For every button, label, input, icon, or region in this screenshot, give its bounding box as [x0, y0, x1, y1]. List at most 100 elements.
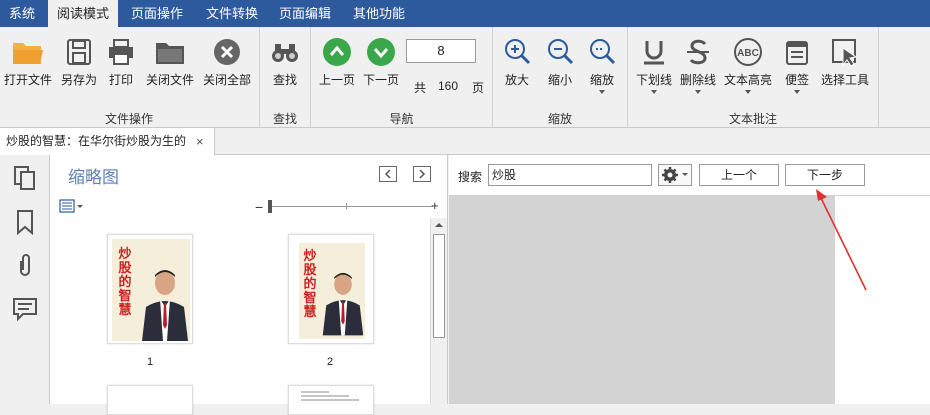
slider-tick [346, 203, 347, 209]
cover-title: 炒股的智慧 [118, 246, 132, 317]
chevron-down-icon [794, 90, 800, 94]
page-thumbnail[interactable]: 炒股的智慧 [107, 234, 193, 344]
total-pages-prefix: 共 [414, 81, 427, 95]
menu-other[interactable]: 其他功能 [344, 0, 414, 27]
svg-text:ABC: ABC [737, 48, 759, 59]
strikeout-button[interactable]: 删除线 [677, 37, 719, 94]
thumbnail-view-options-icon[interactable] [59, 199, 85, 213]
printer-icon [109, 39, 133, 65]
note-icon [786, 41, 808, 65]
group-label-zoom: 缩放 [547, 112, 572, 126]
text-highlight-button[interactable]: ABC 文本高亮 [722, 37, 774, 94]
group-separator [878, 27, 879, 128]
thumbnail-panel: 缩略图 − + 炒股的智慧 1 炒 股 的 智 慧 2 [50, 155, 448, 415]
menu-bar: 系统 阅读模式 页面操作 文件转换 页面编辑 其他功能 [0, 0, 930, 27]
scroll-up-icon[interactable] [431, 218, 447, 232]
chevron-down-icon [745, 90, 751, 94]
menu-read-mode[interactable]: 阅读模式 [48, 0, 119, 27]
document-tab[interactable]: 炒股的智慧：在华尔街炒股为生的 × [0, 128, 215, 155]
book-cover-image: 炒股的智慧 [293, 239, 371, 341]
save-icon [67, 39, 91, 65]
menu-page-edit[interactable]: 页面编辑 [270, 0, 340, 27]
folder-icon [156, 43, 184, 64]
search-input[interactable]: 炒股 [488, 164, 652, 186]
chevron-up-icon [323, 38, 351, 66]
chevron-down-icon [367, 38, 395, 66]
underline-icon [644, 41, 664, 65]
chevron-left-icon [384, 169, 391, 179]
close-circle-icon [214, 39, 240, 65]
close-tab-icon[interactable]: × [196, 128, 204, 155]
text-page-preview [301, 391, 359, 401]
pages-icon[interactable] [12, 165, 38, 191]
menu-file-convert[interactable]: 文件转换 [197, 0, 267, 27]
comment-icon[interactable] [12, 296, 38, 322]
chevron-down-icon [651, 90, 657, 94]
close-file-button[interactable]: 关闭文件 [144, 37, 196, 88]
total-pages-value: 160 [438, 79, 459, 93]
thumbnail-size-slider[interactable] [268, 206, 433, 207]
document-page[interactable] [835, 196, 930, 404]
cover-portrait [322, 272, 364, 336]
bookmark-icon[interactable] [12, 209, 38, 235]
slider-thumb[interactable] [268, 200, 272, 213]
search-next-button[interactable]: 下一步 [785, 164, 865, 186]
thumbnail-panel-title: 缩略图 [68, 168, 119, 187]
zoom-out-icon [548, 39, 574, 65]
scrollbar-thumb[interactable] [433, 234, 445, 338]
select-cursor-icon [832, 39, 858, 67]
search-options-button[interactable] [658, 164, 692, 186]
zoom-in-icon [505, 39, 531, 65]
search-label: 搜索 [458, 170, 483, 184]
page-thumbnail[interactable] [107, 385, 193, 415]
group-label-nav: 导航 [389, 112, 414, 126]
gear-icon [662, 167, 688, 183]
thumbnail-page-number: 1 [147, 356, 154, 368]
next-page-button[interactable]: 下一页 [360, 37, 402, 88]
chevron-right-icon [419, 169, 426, 179]
chevron-down-icon [695, 90, 701, 94]
document-tab-title: 炒股的智慧：在华尔街炒股为生的 [6, 134, 187, 148]
zoom-plus-icon[interactable]: + [431, 198, 439, 213]
cover-portrait [142, 270, 188, 341]
current-page-input[interactable]: 8 [406, 39, 476, 63]
strikethrough-icon [687, 39, 709, 65]
find-button[interactable]: 查找 [266, 37, 304, 88]
total-pages-suffix: 页 [472, 81, 485, 95]
page-thumbnail[interactable] [288, 385, 374, 415]
thumbnail-scrollbar[interactable] [430, 218, 447, 404]
thumbnail-page-number: 2 [327, 356, 334, 368]
collapse-right-button[interactable] [413, 166, 431, 182]
attachment-icon[interactable] [12, 252, 38, 278]
menu-system[interactable]: 系统 [0, 0, 44, 27]
prev-page-button[interactable]: 上一页 [317, 37, 357, 88]
group-label-annotation: 文本批注 [728, 112, 777, 126]
book-cover-image: 炒股的智慧 [112, 239, 190, 341]
cover-title: 炒股的智慧 [303, 248, 317, 319]
zoom-in-button[interactable]: 放大 [501, 37, 533, 88]
collapse-left-button[interactable] [379, 166, 397, 182]
page-thumbnail[interactable]: 炒股的智慧 [288, 234, 374, 344]
binoculars-icon [272, 44, 298, 62]
open-file-button[interactable]: 打开文件 [3, 37, 53, 88]
underline-button[interactable]: 下划线 [634, 37, 674, 94]
folder-open-icon [13, 43, 43, 64]
search-bar: 搜索 炒股 上一个 下一步 [449, 155, 930, 196]
sticky-note-button[interactable]: 便签 [781, 37, 813, 94]
save-as-button[interactable]: 另存为 [58, 37, 100, 88]
print-button[interactable]: 打印 [104, 37, 138, 88]
select-tool-button[interactable]: 选择工具 [819, 37, 871, 88]
zoom-out-button[interactable]: 缩小 [544, 37, 576, 88]
side-panel-strip [0, 155, 50, 404]
zoom-dropdown-button[interactable]: 缩放 [586, 37, 618, 94]
search-prev-button[interactable]: 上一个 [699, 164, 779, 186]
ribbon: 打开文件 另存为 打印 关闭文件 关闭全部 文件操作 查找 查找 上一页 下一页… [0, 27, 930, 128]
zoom-icon [590, 39, 616, 65]
menu-page-ops[interactable]: 页面操作 [122, 0, 192, 27]
highlight-abc-icon: ABC [734, 38, 762, 66]
close-all-button[interactable]: 关闭全部 [201, 37, 253, 88]
document-tab-bar: 炒股的智慧：在华尔街炒股为生的 × [0, 128, 930, 155]
group-label-find: 查找 [272, 112, 297, 126]
chevron-down-icon [599, 90, 605, 94]
zoom-minus-icon[interactable]: − [255, 199, 263, 215]
